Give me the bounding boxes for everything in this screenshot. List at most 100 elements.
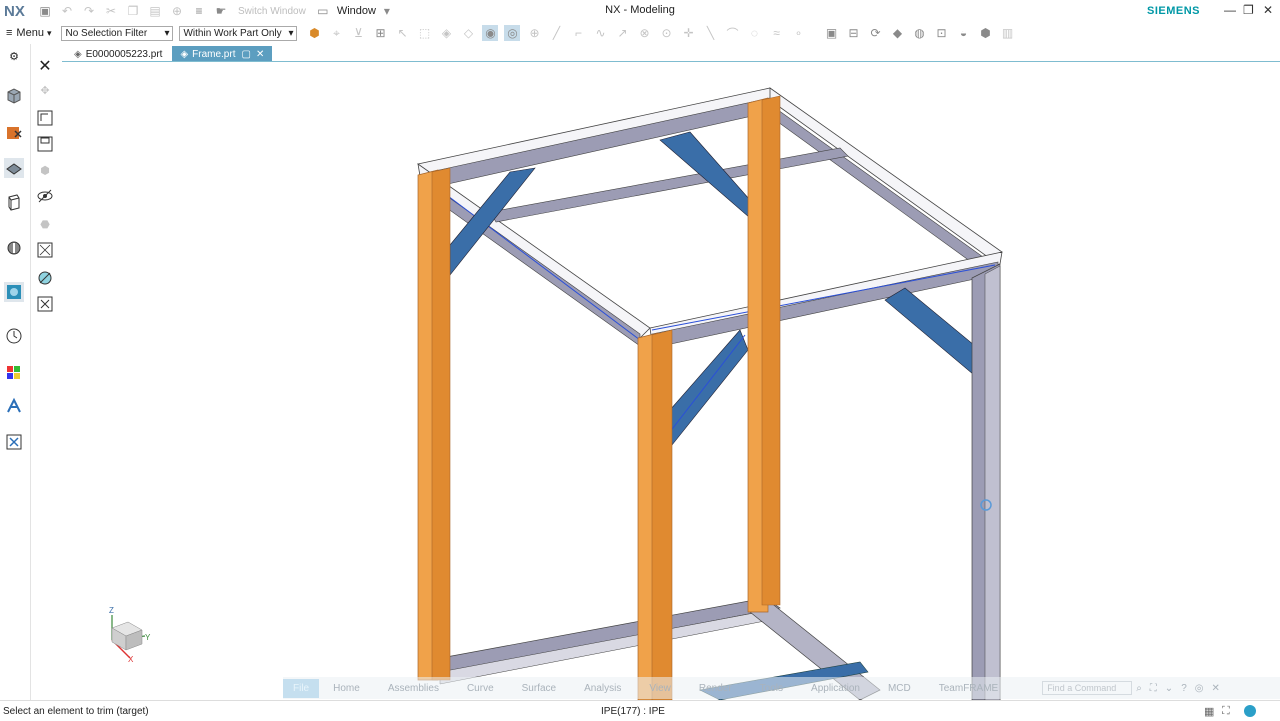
ribbon-tab-analysis[interactable]: Analysis bbox=[584, 683, 621, 694]
ribbon-tab-curve[interactable]: Curve bbox=[467, 683, 494, 694]
filter-reset-icon[interactable]: ⊻ bbox=[350, 25, 366, 41]
tab-e0000005223[interactable]: ◈ E0000005223.prt bbox=[66, 46, 170, 62]
process-studio-icon[interactable] bbox=[4, 396, 24, 416]
touch-mode-icon[interactable]: ☛ bbox=[213, 3, 229, 19]
selection-grid-icon[interactable]: ▦ bbox=[1204, 705, 1214, 718]
reuse-library-icon[interactable] bbox=[4, 192, 24, 212]
snap-curve-icon[interactable]: ⌒ bbox=[724, 25, 740, 41]
fullscreen-icon[interactable]: ⛶ bbox=[1150, 683, 1157, 694]
web-browser-icon[interactable] bbox=[4, 282, 24, 302]
hide-icon[interactable] bbox=[35, 186, 55, 206]
ribbon-tab-surface[interactable]: Surface bbox=[522, 683, 556, 694]
fit-view-icon[interactable] bbox=[35, 240, 55, 260]
select-assembly-icon[interactable]: ◎ bbox=[504, 25, 521, 41]
help-icon[interactable]: ? bbox=[1181, 683, 1187, 694]
ribbon-tab-home[interactable]: Home bbox=[333, 683, 360, 694]
part-navigator-icon[interactable] bbox=[4, 158, 24, 178]
frame-model[interactable]: Z Y X bbox=[62, 62, 1280, 700]
view-render-icon[interactable]: ⬢ bbox=[977, 25, 993, 41]
close-window-icon[interactable]: ✕ bbox=[1263, 3, 1273, 17]
assembly-navigator-icon[interactable] bbox=[4, 86, 24, 106]
graphics-viewport[interactable]: Z Y X bbox=[62, 62, 1280, 700]
view-shaded-icon[interactable]: ◆ bbox=[889, 25, 905, 41]
view-style-icon[interactable]: ◍ bbox=[911, 25, 927, 41]
snap-control-icon[interactable]: ↗ bbox=[614, 25, 630, 41]
snap-center-icon[interactable]: ⊙ bbox=[658, 25, 674, 41]
ribbon-tab-view[interactable]: View bbox=[649, 683, 671, 694]
view-layer-icon[interactable]: ▥ bbox=[999, 25, 1015, 41]
snap-face-icon[interactable]: ◌ bbox=[746, 25, 762, 41]
history-icon[interactable] bbox=[4, 238, 24, 258]
select-arrow-icon[interactable]: ↖ bbox=[394, 25, 410, 41]
roles-icon[interactable] bbox=[4, 432, 24, 452]
filter-icon[interactable]: ⬢ bbox=[306, 25, 322, 41]
ribbon-tab-render[interactable]: Render bbox=[699, 683, 732, 694]
select-face-icon[interactable]: ⬚ bbox=[416, 25, 432, 41]
ribbon-tab-assemblies[interactable]: Assemblies bbox=[388, 683, 439, 694]
close-icon[interactable]: ✕ bbox=[35, 56, 55, 76]
snap-end-icon[interactable]: ⌐ bbox=[570, 25, 586, 41]
csys-icon[interactable] bbox=[35, 108, 55, 128]
copy-icon[interactable]: ❐ bbox=[125, 3, 141, 19]
snap-point-icon[interactable]: ⌖ bbox=[328, 25, 344, 41]
window-menu[interactable]: Window bbox=[337, 5, 376, 17]
palette-icon[interactable] bbox=[4, 362, 24, 382]
ribbon-tab-file[interactable]: File bbox=[283, 678, 320, 698]
snap-intersection-icon[interactable]: ⊗ bbox=[636, 25, 652, 41]
snap-grid-icon[interactable]: ⊕ bbox=[526, 25, 542, 41]
select-component-icon[interactable]: ◉ bbox=[482, 25, 499, 41]
menu-button[interactable]: ≡ Menu ▾ bbox=[6, 27, 51, 39]
block-icon[interactable]: ⬢ bbox=[35, 160, 55, 180]
selection-scope-dropdown[interactable]: Within Work Part Only ▾ bbox=[179, 25, 298, 41]
switch-window-button[interactable]: Switch Window bbox=[238, 6, 306, 17]
right-brace[interactable] bbox=[884, 287, 981, 381]
ribbon-tab-teamframe[interactable]: TeamFRAME bbox=[939, 683, 998, 694]
snap-line-icon[interactable]: ╱ bbox=[548, 25, 564, 41]
view-orient-icon[interactable]: ▣ bbox=[823, 25, 839, 41]
ribbon-tab-tools[interactable]: Tools bbox=[760, 683, 783, 694]
snap-existing-icon[interactable]: ╲ bbox=[702, 25, 718, 41]
list-icon[interactable]: ≡ bbox=[191, 3, 207, 19]
ribbon-tab-application[interactable]: Application bbox=[811, 683, 860, 694]
search-icon[interactable]: ⌕ bbox=[1136, 683, 1142, 694]
constraint-navigator-icon[interactable] bbox=[4, 122, 24, 142]
selection-filter-dropdown[interactable]: No Selection Filter ▾ bbox=[61, 25, 174, 41]
center-brace[interactable] bbox=[669, 329, 749, 446]
snap-tangent-icon[interactable]: ≈ bbox=[768, 25, 784, 41]
bottom-beam-front[interactable] bbox=[429, 597, 781, 673]
chevron-down-icon[interactable]: ▾ bbox=[379, 3, 395, 19]
view-rotate-icon[interactable]: ⟳ bbox=[867, 25, 883, 41]
status-globe-icon[interactable] bbox=[1244, 705, 1256, 717]
close-ribbon-icon[interactable]: ✕ bbox=[1211, 683, 1219, 694]
snap-mid-icon[interactable]: ∿ bbox=[592, 25, 608, 41]
view-zoom-icon[interactable]: ⊡ bbox=[933, 25, 949, 41]
restore-icon[interactable]: ❐ bbox=[1243, 3, 1254, 17]
top-beam-right[interactable] bbox=[769, 87, 1003, 261]
chevron-down-icon[interactable]: ⌄ bbox=[1165, 683, 1173, 694]
redo-icon[interactable]: ↷ bbox=[81, 3, 97, 19]
repeat-command-icon[interactable]: ⊕ bbox=[169, 3, 185, 19]
edit-section-icon[interactable] bbox=[35, 268, 55, 288]
clock-icon[interactable] bbox=[4, 326, 24, 346]
save-icon[interactable]: ▣ bbox=[37, 3, 53, 19]
ribbon-tab-mcd[interactable]: MCD bbox=[888, 683, 911, 694]
delete-icon[interactable] bbox=[35, 294, 55, 314]
move-component-icon[interactable]: ✥ bbox=[35, 80, 55, 100]
gear-icon[interactable]: ⚙ bbox=[4, 46, 24, 66]
select-body-icon[interactable]: ◈ bbox=[438, 25, 454, 41]
general-selection-icon[interactable]: ⊞ bbox=[372, 25, 388, 41]
select-feature-icon[interactable]: ◇ bbox=[460, 25, 476, 41]
cut-icon[interactable]: ✂ bbox=[103, 3, 119, 19]
undo-icon[interactable]: ↶ bbox=[59, 3, 75, 19]
view-background-icon[interactable]: ◒ bbox=[955, 25, 971, 41]
snap-pole-icon[interactable]: ∘ bbox=[790, 25, 806, 41]
paste-icon[interactable]: ▤ bbox=[147, 3, 163, 19]
save-part-icon[interactable] bbox=[35, 134, 55, 154]
snap-quadrant-icon[interactable]: ✛ bbox=[680, 25, 696, 41]
settings-icon[interactable]: ◎ bbox=[1195, 683, 1204, 694]
minimize-icon[interactable]: — bbox=[1224, 3, 1236, 17]
find-command-input[interactable]: Find a Command bbox=[1042, 681, 1133, 695]
tab-frame[interactable]: ◈ Frame.prt ▢ ✕ bbox=[172, 46, 273, 62]
close-tab-icon[interactable]: ✕ bbox=[256, 49, 264, 60]
fullscreen-toggle-icon[interactable]: ⛶ bbox=[1222, 705, 1230, 718]
